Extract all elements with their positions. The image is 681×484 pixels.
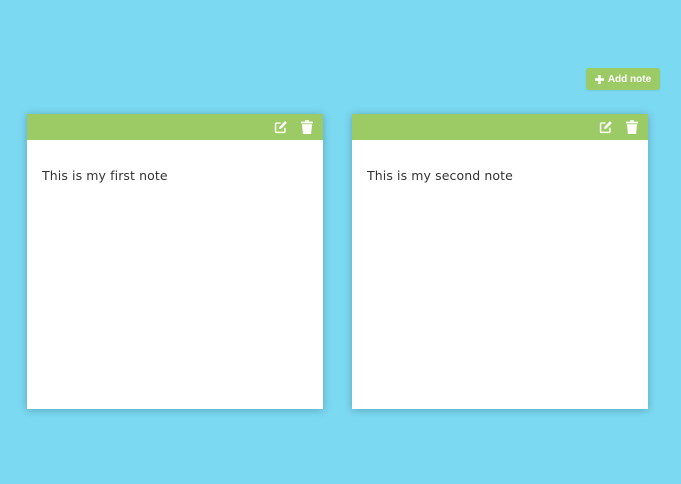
trash-icon[interactable]: [300, 120, 314, 134]
note-card: This is my first note: [27, 114, 323, 409]
note-text[interactable]: This is my first note: [27, 140, 323, 183]
add-note-button[interactable]: Add note: [586, 68, 660, 90]
trash-icon[interactable]: [625, 120, 639, 134]
note-header: [352, 114, 648, 140]
note-card: This is my second note: [352, 114, 648, 409]
edit-icon[interactable]: [599, 120, 613, 134]
edit-icon[interactable]: [274, 120, 288, 134]
add-note-label: Add note: [607, 73, 652, 85]
note-text[interactable]: This is my second note: [352, 140, 648, 183]
note-header: [27, 114, 323, 140]
plus-icon: [595, 74, 605, 84]
